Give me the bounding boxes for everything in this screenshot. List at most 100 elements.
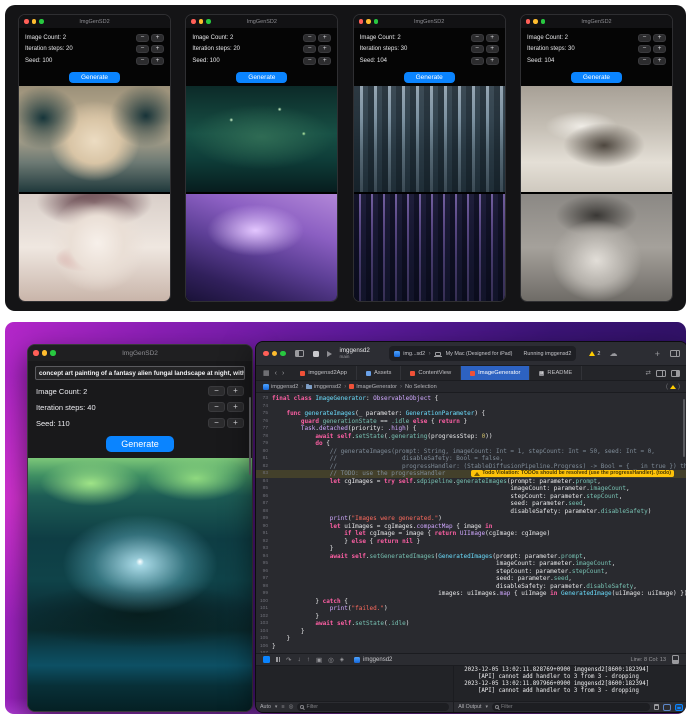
increment-button[interactable]: +: [318, 33, 332, 42]
add-editor-icon[interactable]: [656, 369, 666, 377]
issue-navigation[interactable]: (): [666, 384, 680, 390]
run-destination-bar[interactable]: img...sd2 › My Mac (Designed for iPad) R…: [388, 346, 577, 361]
source-editor[interactable]: 73 final class ImageGenerator: Observable…: [256, 393, 686, 653]
increment-button[interactable]: +: [485, 56, 499, 65]
generate-button[interactable]: Generate: [236, 71, 288, 83]
close-button[interactable]: [358, 19, 364, 24]
increment-button[interactable]: +: [227, 418, 244, 428]
tab-assets[interactable]: Assets: [357, 366, 402, 380]
code-line[interactable]: 88 disableSafety: parameter.disableSafet…: [256, 508, 686, 516]
zoom-button[interactable]: [280, 350, 286, 357]
increment-button[interactable]: +: [151, 33, 164, 42]
info-icon[interactable]: ◎: [289, 704, 294, 710]
tab-readme[interactable]: M README: [530, 366, 583, 380]
code-line[interactable]: 74: [256, 403, 686, 411]
code-line[interactable]: 100 } catch {: [256, 598, 686, 606]
toggle-navigator-icon[interactable]: [294, 350, 304, 357]
scheme-selector[interactable]: imggensd2 main: [340, 347, 370, 360]
show-console-button[interactable]: [675, 703, 683, 711]
minimize-button[interactable]: [41, 350, 47, 356]
close-button[interactable]: [525, 19, 531, 24]
running-process-selector[interactable]: imggensd2: [354, 656, 392, 663]
code-line[interactable]: 94 await self.setGeneratedImages(Generat…: [256, 553, 686, 561]
code-line[interactable]: 104 }: [256, 628, 686, 636]
warning-count-badge[interactable]: 2: [589, 351, 600, 357]
console-toggle-icon[interactable]: [672, 655, 679, 664]
code-line[interactable]: 92 } else { return nil }: [256, 538, 686, 546]
minimize-button[interactable]: [198, 19, 204, 24]
close-button[interactable]: [191, 19, 196, 24]
code-line[interactable]: 101 print("failed."): [256, 605, 686, 613]
code-line[interactable]: 86 stepCount: parameter.stepCount,: [256, 493, 686, 501]
tab-imagegenerator[interactable]: ImageGenerator: [461, 366, 531, 380]
code-line[interactable]: 85 imageCount: parameter.imageCount,: [256, 485, 686, 493]
close-button[interactable]: [263, 350, 269, 357]
increment-button[interactable]: +: [151, 45, 164, 54]
generate-button[interactable]: Generate: [570, 71, 623, 83]
code-line[interactable]: 102 }: [256, 613, 686, 621]
forward-icon[interactable]: ›: [282, 370, 284, 377]
decrement-button[interactable]: −: [470, 33, 484, 42]
decrement-button[interactable]: −: [470, 56, 484, 65]
decrement-button[interactable]: −: [470, 45, 484, 54]
zoom-button[interactable]: [206, 19, 211, 24]
flat-view-icon[interactable]: ≡: [281, 704, 284, 710]
code-line[interactable]: 95 imageCount: parameter.imageCount,: [256, 560, 686, 568]
increment-button[interactable]: +: [227, 402, 244, 412]
step-out-button[interactable]: ↑: [307, 656, 310, 663]
variables-view-body[interactable]: [256, 666, 453, 701]
clear-console-button[interactable]: [654, 704, 659, 710]
code-line[interactable]: 82 // progressHandler: (StableDiffusionP…: [256, 463, 686, 471]
breadcrumb-item[interactable]: ImageGenerator: [349, 384, 397, 390]
simulate-location-button[interactable]: ◈: [340, 657, 344, 663]
code-line[interactable]: 99 images: uiImages.map { uiImage in Gen…: [256, 590, 686, 598]
decrement-button[interactable]: −: [208, 418, 225, 428]
run-button[interactable]: [326, 350, 332, 357]
breadcrumb-item[interactable]: No Selection: [405, 384, 437, 390]
minimize-button[interactable]: [366, 19, 371, 24]
variables-filter-input[interactable]: Filter: [297, 703, 450, 711]
decrement-button[interactable]: −: [208, 386, 225, 396]
generate-button[interactable]: Generate: [106, 436, 174, 452]
code-line[interactable]: 107: [256, 650, 686, 653]
decrement-button[interactable]: −: [637, 45, 651, 54]
show-variables-button[interactable]: [663, 703, 671, 711]
decrement-button[interactable]: −: [208, 402, 225, 412]
zoom-button[interactable]: [540, 19, 546, 24]
back-icon[interactable]: ‹: [275, 370, 277, 377]
decrement-button[interactable]: −: [303, 45, 317, 54]
increment-button[interactable]: +: [318, 56, 332, 65]
zoom-button[interactable]: [50, 350, 56, 356]
code-line[interactable]: 98 disableSafety: parameter.disableSafet…: [256, 583, 686, 591]
code-review-icon[interactable]: ⇄: [646, 369, 651, 377]
increment-button[interactable]: +: [652, 33, 666, 42]
increment-button[interactable]: +: [652, 56, 666, 65]
scrollbar[interactable]: [682, 399, 685, 457]
code-line[interactable]: 81 // disableSafety: Bool = false,: [256, 455, 686, 463]
variables-scope-select[interactable]: Auto: [260, 704, 271, 710]
zoom-button[interactable]: [373, 19, 379, 24]
close-button[interactable]: [33, 350, 39, 356]
scrollbar[interactable]: [249, 397, 251, 475]
code-line[interactable]: 79 do {: [256, 440, 686, 448]
zoom-button[interactable]: [39, 19, 44, 24]
code-line[interactable]: 76 guard generationState == .idle else {…: [256, 418, 686, 426]
view-hierarchy-button[interactable]: ▣: [316, 656, 322, 664]
code-line[interactable]: 91 if let cgImage = image { return UIIma…: [256, 530, 686, 538]
decrement-button[interactable]: −: [136, 33, 149, 42]
close-button[interactable]: [24, 19, 29, 24]
stop-button[interactable]: [312, 350, 319, 357]
tab-contentview[interactable]: ContentView: [401, 366, 462, 380]
related-items-icon[interactable]: ▦: [263, 370, 270, 377]
decrement-button[interactable]: −: [637, 33, 651, 42]
code-line[interactable]: 93 }: [256, 545, 686, 553]
code-line[interactable]: 103 await self.setState(.idle): [256, 620, 686, 628]
code-line[interactable]: 89 print("Images were generated."): [256, 515, 686, 523]
code-line[interactable]: 73 final class ImageGenerator: Observable…: [256, 395, 686, 403]
tab-imggensd2app[interactable]: imggensd2App: [291, 366, 357, 380]
decrement-button[interactable]: −: [637, 56, 651, 65]
code-line[interactable]: 78 await self.setState(.generating(progr…: [256, 433, 686, 441]
add-tab-button[interactable]: +: [655, 349, 660, 359]
code-line[interactable]: 83 // TODO: use the progressHandler Todo …: [256, 470, 686, 478]
toggle-inspector-icon[interactable]: [671, 369, 680, 377]
